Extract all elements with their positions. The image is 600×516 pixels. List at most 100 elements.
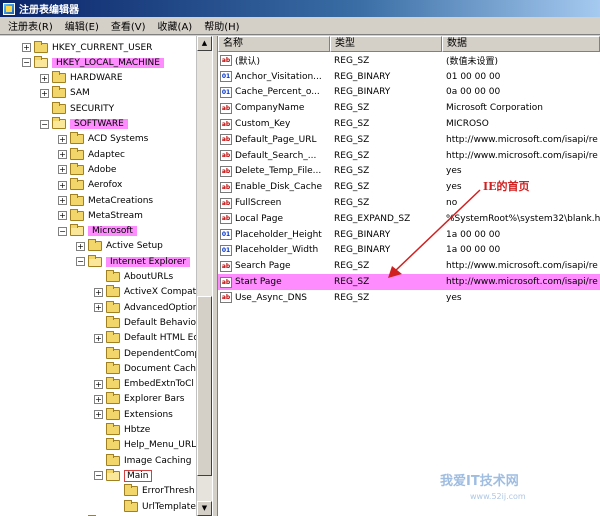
- value-row[interactable]: ab Delete_Temp_File... REG_SZ yes: [218, 164, 600, 180]
- expand-icon[interactable]: +: [58, 150, 67, 160]
- menu-item[interactable]: 帮助(H): [198, 18, 245, 33]
- menu-item[interactable]: 查看(V): [105, 18, 152, 33]
- tree-node[interactable]: UrlTemplate: [112, 499, 196, 514]
- tree-node[interactable]: + AdvancedOption: [94, 300, 199, 315]
- tree-node[interactable]: DependentComp: [94, 346, 200, 361]
- expand-icon[interactable]: +: [58, 165, 67, 175]
- value-type: REG_SZ: [334, 166, 370, 177]
- value-row[interactable]: ab (默认) REG_SZ (数值未设置): [218, 53, 600, 69]
- tree-node-label: Microsoft: [88, 226, 137, 237]
- collapse-icon[interactable]: −: [58, 226, 67, 236]
- column-header-data[interactable]: 数据: [442, 36, 600, 52]
- tree-node[interactable]: + Active Setup: [76, 239, 163, 254]
- open-folder-icon: [88, 254, 102, 267]
- tree-node-label: Internet Explorer: [106, 256, 191, 267]
- value-row[interactable]: ab Use_Async_DNS REG_SZ yes: [218, 290, 600, 306]
- collapse-icon[interactable]: −: [22, 58, 31, 68]
- tree-node[interactable]: + Explorer Bars: [94, 392, 184, 407]
- string-value-icon: ab: [220, 197, 232, 209]
- tree-node[interactable]: Help_Menu_URL: [94, 438, 196, 453]
- value-type: REG_BINARY: [334, 87, 391, 98]
- expand-icon[interactable]: +: [40, 73, 49, 83]
- tree-node[interactable]: + SAM: [40, 86, 90, 101]
- expand-icon[interactable]: +: [58, 180, 67, 190]
- scroll-thumb[interactable]: [197, 296, 212, 476]
- expand-icon[interactable]: +: [58, 211, 67, 221]
- menu-item[interactable]: 注册表(R): [2, 18, 59, 33]
- value-row[interactable]: 01 Anchor_Visitation... REG_BINARY 01 00 00…: [218, 69, 600, 85]
- value-data: 0a 00 00 00: [446, 87, 501, 98]
- tree-node[interactable]: AboutURLs: [94, 270, 173, 285]
- value-row[interactable]: ab Default_Page_URL REG_SZ http://www.micro…: [218, 132, 600, 148]
- tree-node[interactable]: − Microsoft: [58, 224, 137, 239]
- expand-icon[interactable]: +: [94, 410, 103, 420]
- expand-icon[interactable]: +: [58, 134, 67, 144]
- tree-node[interactable]: + Default HTML Ed: [94, 331, 199, 346]
- tree-node[interactable]: − HKEY_LOCAL_MACHINE: [22, 55, 164, 70]
- value-name: CompanyName: [235, 103, 305, 114]
- tree-node-label: HKEY_CURRENT_USER: [52, 42, 153, 53]
- collapse-icon[interactable]: −: [94, 471, 103, 481]
- tree-node[interactable]: + ActiveX Compat: [94, 285, 196, 300]
- column-header-type[interactable]: 类型: [330, 36, 442, 52]
- expand-icon[interactable]: +: [94, 379, 103, 389]
- value-name-cell: 01 Placeholder_Height: [218, 229, 330, 241]
- tree-node[interactable]: + HARDWARE: [40, 71, 123, 86]
- column-header-name[interactable]: 名称: [218, 36, 330, 52]
- value-name-cell: 01 Cache_Percent_o...: [218, 86, 330, 98]
- tree-node-label: Default Behavio: [124, 317, 197, 328]
- tree-node-label: ACD Systems: [88, 134, 149, 145]
- tree-node[interactable]: + Adobe: [58, 162, 116, 177]
- tree-node[interactable]: SECURITY: [40, 101, 114, 116]
- scroll-up-arrow-icon[interactable]: ▲: [197, 36, 212, 51]
- value-row[interactable]: ab CompanyName REG_SZ Microsoft Corporation: [218, 100, 600, 116]
- expand-icon[interactable]: +: [94, 303, 103, 313]
- tree-node[interactable]: ErrorThresh: [112, 484, 195, 499]
- folder-icon: [106, 453, 120, 466]
- tree-node[interactable]: Hbtze: [94, 423, 150, 438]
- menu-item[interactable]: 收藏(A): [152, 18, 199, 33]
- scroll-down-arrow-icon[interactable]: ▼: [197, 501, 212, 516]
- folder-icon: [106, 300, 120, 313]
- value-row[interactable]: 01 Cache_Percent_o... REG_BINARY 0a 00 00 0…: [218, 85, 600, 101]
- folder-icon: [70, 193, 84, 206]
- expand-icon[interactable]: +: [94, 287, 103, 297]
- tree-node-label: UrlTemplate: [142, 501, 196, 512]
- expand-icon[interactable]: +: [76, 241, 85, 251]
- expand-icon[interactable]: +: [22, 43, 31, 52]
- value-row[interactable]: ab Default_Search_... REG_SZ http://www.mic…: [218, 148, 600, 164]
- tree-node[interactable]: + HKEY_CURRENT_USER: [22, 40, 152, 55]
- tree-node-label: HKEY_LOCAL_MACHINE: [52, 57, 164, 68]
- expand-icon[interactable]: +: [58, 196, 67, 205]
- open-folder-icon: [52, 117, 66, 129]
- value-name-cell: ab Start Page: [218, 276, 330, 288]
- tree-node[interactable]: + Adaptec: [58, 147, 125, 162]
- tree-node[interactable]: + ACD Systems: [58, 132, 148, 147]
- tree-node[interactable]: − SOFTWARE: [40, 117, 128, 132]
- tree-node[interactable]: + Extensions: [94, 407, 173, 422]
- tree-node[interactable]: + MetaCreations: [58, 193, 153, 208]
- tree-node[interactable]: − Internet Explorer: [76, 254, 191, 269]
- value-name: Anchor_Visitation...: [235, 71, 322, 82]
- tree-scrollbar[interactable]: ▲ ▼: [196, 36, 212, 516]
- value-name: Search Page: [235, 261, 291, 272]
- tree-node-label: DependentComp: [124, 348, 201, 359]
- tree-node[interactable]: Document Cach: [94, 361, 196, 376]
- collapse-icon[interactable]: −: [76, 257, 85, 267]
- tree-node[interactable]: Default Behavio: [94, 315, 196, 330]
- expand-icon[interactable]: +: [94, 394, 103, 404]
- tree-node[interactable]: − Main: [94, 468, 152, 483]
- value-row[interactable]: ab Custom_Key REG_SZ MICROSO: [218, 116, 600, 132]
- tree-node[interactable]: Image Caching: [94, 453, 191, 468]
- menu-item[interactable]: 编辑(E): [59, 18, 105, 33]
- collapse-icon[interactable]: −: [40, 119, 49, 129]
- expand-icon[interactable]: +: [94, 333, 103, 343]
- tree-node[interactable]: + MetaStream: [58, 208, 143, 223]
- tree-node[interactable]: + EmbedExtnToCl: [94, 377, 194, 392]
- tree-node[interactable]: + Aerofox: [58, 178, 122, 193]
- registry-tree[interactable]: + HKEY_CURRENT_USER − HKEY_LOCAL_MACHINE + HA…: [0, 36, 212, 516]
- binary-value-icon: 01: [220, 244, 232, 256]
- tree-node-label: Explorer Bars: [124, 394, 185, 405]
- expand-icon[interactable]: +: [40, 88, 49, 98]
